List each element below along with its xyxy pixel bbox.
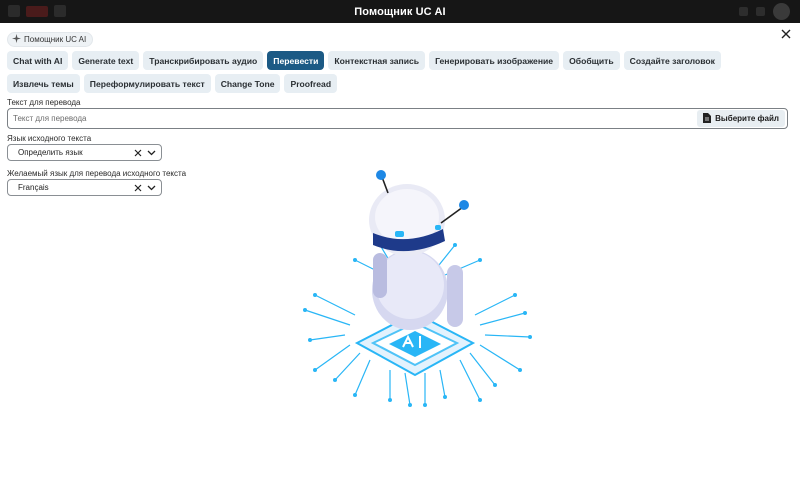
ai-robot-illustration (295, 165, 535, 410)
tab-11[interactable]: Proofread (284, 74, 338, 93)
tab-10[interactable]: Change Tone (214, 74, 281, 93)
window-control[interactable] (26, 5, 48, 17)
window-titlebar: Помощник UC AI (0, 0, 800, 23)
text-label: Текст для перевода (7, 98, 81, 107)
choose-file-button[interactable]: Выберите файл (697, 110, 785, 127)
tab-1[interactable]: Generate text (72, 51, 140, 70)
window-control[interactable] (54, 5, 66, 17)
tab-3[interactable]: Перевести (267, 51, 325, 70)
choose-file-label: Выберите файл (715, 114, 779, 123)
window-control[interactable] (8, 5, 20, 17)
source-language-label: Язык исходного текста (7, 134, 92, 143)
window-control[interactable] (739, 7, 748, 16)
clear-icon[interactable] (132, 182, 144, 194)
chevron-down-icon[interactable] (144, 182, 158, 194)
target-language-value: Français (18, 183, 49, 192)
clear-icon[interactable] (132, 147, 144, 159)
translate-text-field[interactable]: Выберите файл (7, 108, 788, 129)
window-title: Помощник UC AI (354, 5, 446, 18)
source-language-select[interactable]: Определить язык (7, 144, 162, 161)
tab-7[interactable]: Создайте заголовок (623, 51, 721, 70)
tab-6[interactable]: Обобщить (563, 51, 620, 70)
file-icon (703, 112, 712, 125)
function-tabs: Chat with AI Generate text Транскрибироват… (7, 51, 797, 93)
target-language-select[interactable]: Français (7, 179, 162, 196)
titlebar-left-controls (8, 5, 66, 17)
tab-2[interactable]: Транскрибировать аудио (143, 51, 264, 70)
tab-9[interactable]: Переформулировать текст (83, 74, 211, 93)
tab-8[interactable]: Извлечь темы (7, 74, 80, 93)
close-icon (781, 26, 791, 44)
tab-0[interactable]: Chat with AI (7, 51, 69, 70)
translate-text-input[interactable] (13, 114, 698, 123)
close-button[interactable] (778, 27, 794, 43)
assistant-chip: Помощник UC AI (7, 32, 94, 47)
chevron-down-icon[interactable] (144, 147, 158, 159)
tab-5[interactable]: Генерировать изображение (429, 51, 560, 70)
tab-4[interactable]: Контекстная запись (328, 51, 426, 70)
sparkle-icon (12, 34, 21, 45)
titlebar-right-controls (739, 3, 790, 20)
window-control[interactable] (756, 7, 765, 16)
avatar[interactable] (773, 3, 790, 20)
source-language-value: Определить язык (18, 148, 83, 157)
assistant-chip-label: Помощник UC AI (24, 35, 87, 44)
target-language-label: Желаемый язык для перевода исходного тек… (7, 169, 187, 178)
